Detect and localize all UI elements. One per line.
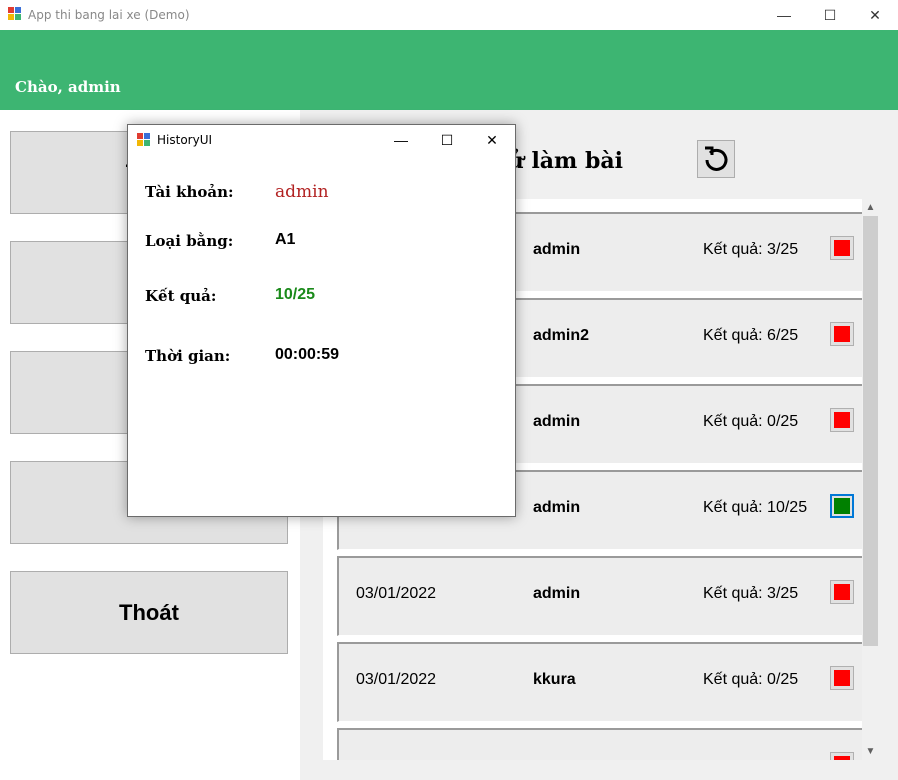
status-indicator: [834, 756, 850, 760]
minimize-icon: —: [777, 7, 791, 23]
row-status-button[interactable]: [830, 580, 854, 604]
dialog-title: HistoryUI: [157, 133, 213, 147]
app-icon: [8, 7, 22, 21]
dialog-title-bar: HistoryUI — ☐ ✕: [128, 125, 515, 155]
time-value: 00:00:59: [275, 346, 340, 363]
header-banner: Chào, admin: [0, 30, 898, 110]
history-detail-dialog: HistoryUI — ☐ ✕ Tài khoản: admin Loại bằ…: [127, 124, 516, 517]
row-user: admin: [533, 241, 581, 258]
row-user: admin: [533, 499, 581, 516]
refresh-icon: [705, 146, 728, 171]
main-window: App thi bang lai xe (Demo) — ☐ ✕ Chào, a…: [0, 0, 898, 780]
scroll-up-icon[interactable]: ▲: [862, 199, 879, 216]
close-icon: ✕: [869, 6, 881, 23]
row-result: Kết quả: 6/25: [703, 327, 799, 344]
row-result: Kết quả: 0/25: [703, 671, 799, 688]
maximize-button[interactable]: ☐: [807, 0, 853, 30]
result-label: Kết quả:: [145, 287, 217, 305]
row-user: admin: [533, 585, 581, 602]
minimize-icon: —: [394, 132, 408, 148]
scroll-thumb[interactable]: [863, 216, 878, 646]
greeting-label: Chào, admin: [15, 78, 121, 96]
account-value: admin: [275, 182, 329, 202]
row-status-button[interactable]: [830, 322, 854, 346]
row-date: 03/01/2022: [356, 671, 437, 688]
status-indicator: [834, 498, 850, 514]
row-result: Kết quả: 0/25: [703, 413, 799, 430]
nav-button-exit[interactable]: Thoát: [10, 571, 288, 654]
history-row[interactable]: 03/01/2022 kkura Kết quả: 0/25: [337, 642, 863, 722]
row-status-button[interactable]: [830, 666, 854, 690]
dialog-maximize-button[interactable]: ☐: [424, 125, 470, 155]
row-result: Kết quả: 10/25: [703, 499, 808, 516]
status-indicator: [834, 584, 850, 600]
dialog-minimize-button[interactable]: —: [378, 125, 424, 155]
row-status-button[interactable]: [830, 408, 854, 432]
row-user: kkura: [533, 671, 576, 688]
refresh-button[interactable]: [697, 140, 735, 178]
row-status-button[interactable]: [830, 494, 854, 518]
status-indicator: [834, 326, 850, 342]
row-user: admin: [533, 413, 581, 430]
scroll-down-icon[interactable]: ▼: [862, 743, 879, 760]
account-label: Tài khoản:: [145, 183, 234, 201]
license-type-value: A1: [275, 231, 296, 248]
row-user: admin2: [533, 327, 590, 344]
row-result: Kết quả: 3/25: [703, 241, 799, 258]
history-row[interactable]: [337, 728, 863, 760]
license-type-label: Loại bằng:: [145, 232, 234, 250]
window-title: App thi bang lai xe (Demo): [28, 8, 190, 22]
status-indicator: [834, 412, 850, 428]
status-indicator: [834, 670, 850, 686]
result-value: 10/25: [275, 286, 316, 303]
row-date: 03/01/2022: [356, 585, 437, 602]
maximize-icon: ☐: [440, 131, 454, 148]
dialog-close-button[interactable]: ✕: [469, 125, 515, 155]
row-status-button[interactable]: [830, 236, 854, 260]
time-label: Thời gian:: [145, 347, 231, 365]
row-result: Kết quả: 3/25: [703, 585, 799, 602]
close-button[interactable]: ✕: [852, 0, 898, 30]
history-row[interactable]: 03/01/2022 admin Kết quả: 3/25: [337, 556, 863, 636]
row-status-button[interactable]: [830, 752, 854, 760]
title-bar: App thi bang lai xe (Demo) — ☐ ✕: [0, 0, 898, 30]
close-icon: ✕: [486, 131, 498, 148]
dialog-app-icon: [137, 133, 151, 147]
minimize-button[interactable]: —: [761, 0, 807, 30]
history-scrollbar[interactable]: ▲ ▼: [862, 199, 879, 760]
status-indicator: [834, 240, 850, 256]
maximize-icon: ☐: [823, 6, 837, 23]
